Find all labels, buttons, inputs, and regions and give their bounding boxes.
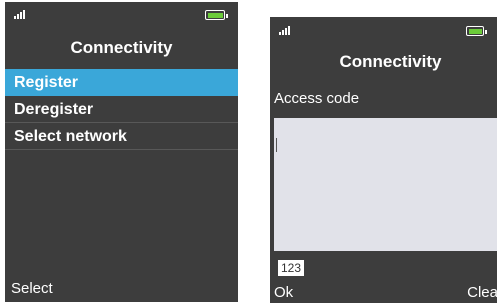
select-softkey[interactable]: Select [11,280,53,297]
screen-title: Connectivity [339,52,442,71]
menu-item-select-network[interactable]: Select network [5,123,238,150]
menu-item-deregister[interactable]: Deregister [5,96,238,123]
battery-icon [466,26,487,36]
screen-title: Connectivity [70,38,173,57]
input-mode-indicator: 123 [278,260,305,276]
clear-softkey[interactable]: Clear [467,284,497,301]
access-code-screen: Connectivity Access code 123 Ok Clear [270,17,497,303]
menu-item-label: Select network [14,128,127,145]
signal-strength-icon [14,10,25,19]
menu-item-label: Register [14,74,79,91]
access-code-label: Access code [274,90,360,107]
menu-item-label: Deregister [14,101,94,118]
connectivity-menu: Register Deregister Select network [5,69,238,150]
ok-softkey[interactable]: Ok [274,284,293,301]
text-cursor [276,138,277,152]
menu-item-register[interactable]: Register [5,69,238,96]
connectivity-menu-screen: Connectivity Register Deregister Select … [5,2,238,302]
signal-strength-icon [279,26,290,35]
access-code-input[interactable] [274,118,497,251]
battery-icon [205,10,228,20]
